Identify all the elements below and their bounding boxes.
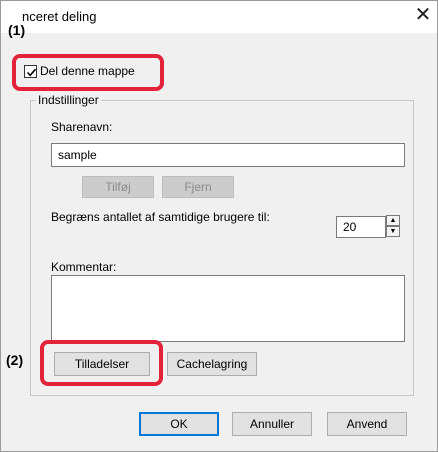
share-name-input[interactable]: sample [51,143,405,167]
share-folder-label: Del denne mappe [40,64,135,78]
user-limit-label: Begræns antallet af samtidige brugere ti… [51,210,270,224]
comment-label: Kommentar: [51,260,117,274]
callout-marker-1: (1) [8,22,26,38]
apply-button[interactable]: Anvend [327,412,407,436]
callout-marker-2: (2) [6,352,24,368]
share-name-label: Sharenavn: [51,120,113,134]
share-folder-checkbox[interactable] [24,65,37,78]
checkmark-icon [26,68,37,77]
ok-button[interactable]: OK [139,412,219,436]
spin-up-icon[interactable]: ▲ [386,215,400,226]
remove-button[interactable]: Fjern [162,176,234,198]
cancel-button[interactable]: Annuller [232,412,312,436]
permissions-button[interactable]: Tilladelser [54,352,150,376]
close-icon: ✕ [414,4,432,26]
comment-textarea[interactable] [51,275,405,342]
dialog-title: nceret deling [22,9,97,24]
settings-group-label: Indstillinger [36,93,101,107]
caching-button[interactable]: Cachelagring [167,352,257,376]
user-limit-spinner[interactable]: ▲ ▼ [386,215,400,237]
add-button[interactable]: Tilføj [82,176,154,198]
user-limit-input[interactable]: 20 [336,216,386,238]
spin-down-icon[interactable]: ▼ [386,226,400,237]
close-button[interactable]: ✕ [410,3,436,29]
